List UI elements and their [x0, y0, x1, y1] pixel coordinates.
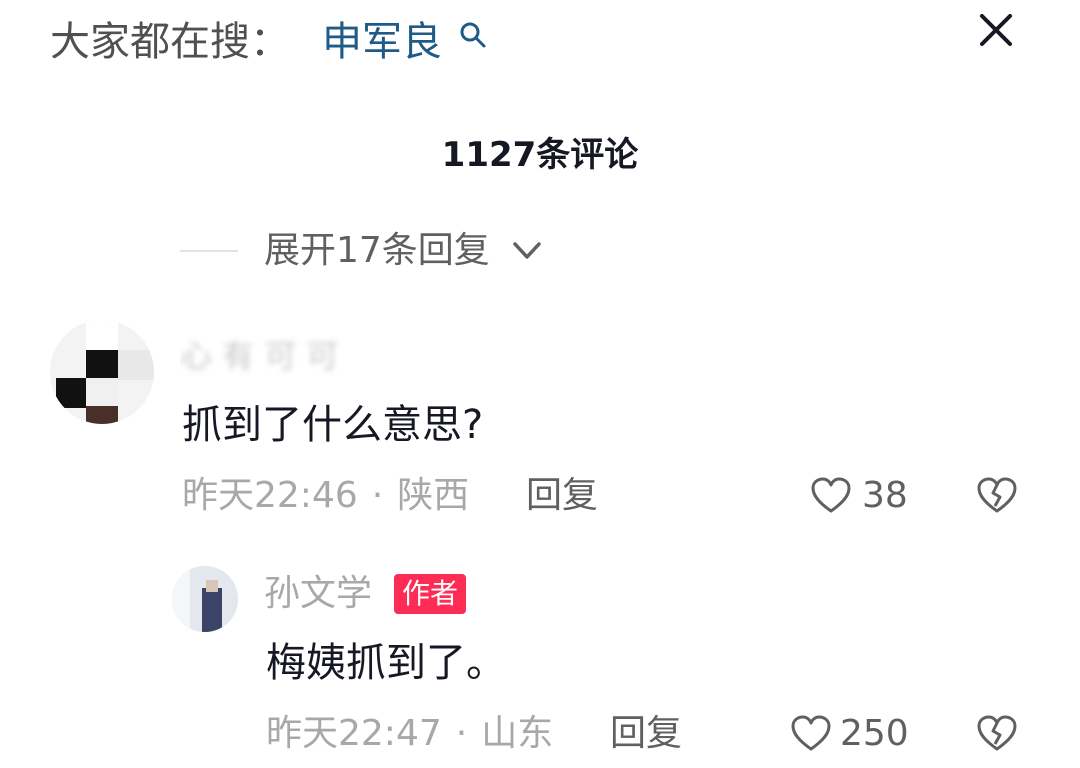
comment-count-title: 1127条评论 [441, 135, 639, 175]
avatar[interactable] [172, 566, 238, 632]
comment-text: 梅姨抓到了。 [266, 640, 506, 686]
like-count: 250 [840, 713, 909, 754]
comment-time: 昨天22:46 [182, 475, 358, 516]
broken-heart-icon[interactable] [976, 476, 1018, 516]
comment-location: 陕西 [397, 475, 470, 516]
expand-divider [180, 250, 238, 252]
username-blurred[interactable]: 心 有 可 可 [180, 336, 350, 376]
comment-location: 山东 [481, 713, 554, 754]
comment-meta: 昨天22:47 · 山东 [266, 708, 553, 760]
expand-replies-button[interactable]: 展开17条回复 [264, 225, 490, 277]
heart-icon[interactable] [790, 714, 832, 754]
meta-separator: · [455, 713, 468, 754]
broken-heart-icon[interactable] [976, 714, 1018, 754]
chevron-down-icon[interactable] [512, 240, 542, 262]
avatar[interactable] [50, 320, 154, 424]
comment-text: 抓到了什么意思? [182, 402, 484, 448]
close-icon[interactable] [974, 8, 1018, 52]
username[interactable]: 孙文学 [264, 568, 372, 620]
author-badge: 作者 [394, 574, 467, 614]
reply-button[interactable]: 回复 [610, 708, 682, 760]
like-count: 38 [862, 475, 908, 516]
search-icon[interactable] [458, 20, 488, 50]
heart-icon[interactable] [810, 476, 852, 516]
reply-button[interactable]: 回复 [526, 470, 598, 522]
search-suggestion-link[interactable]: 申军良 [322, 14, 442, 70]
search-suggestion-prefix: 大家都在搜： [50, 19, 290, 65]
comment-meta: 昨天22:46 · 陕西 [182, 470, 469, 522]
meta-separator: · [371, 475, 384, 516]
comment-time: 昨天22:47 [266, 713, 442, 754]
